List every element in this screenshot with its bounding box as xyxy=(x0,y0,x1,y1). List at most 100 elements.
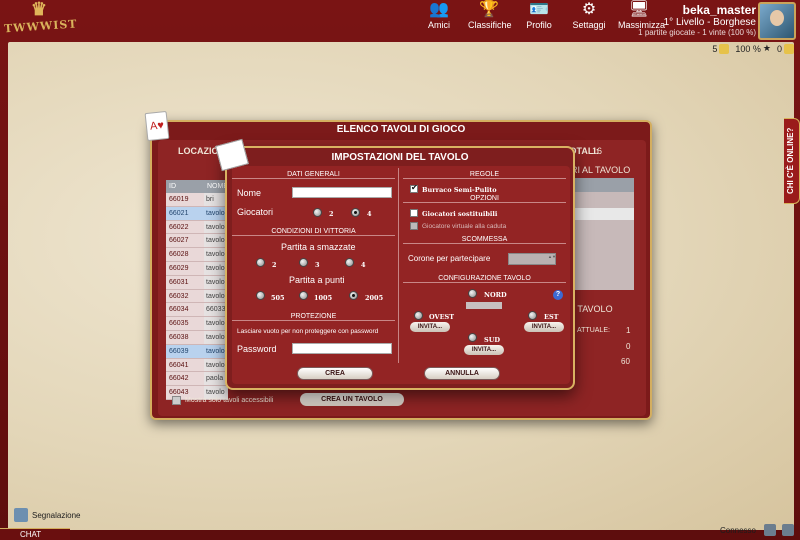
burraco-label: Burraco Semi-Pulito xyxy=(422,186,497,194)
table-row[interactable]: 66035 tavolo xyxy=(166,317,228,331)
burraco-checkbox[interactable] xyxy=(410,183,418,193)
crown-currency-icon xyxy=(784,43,794,54)
user-info: beka_master 1° Livello - Borghese 1 part… xyxy=(638,3,756,37)
protection-hint: Lasciare vuoto per non proteggere con pa… xyxy=(237,328,379,335)
table-id-cell: 66042 xyxy=(166,372,204,386)
invite-ovest-button[interactable]: INVITA... xyxy=(410,322,450,332)
status-icons xyxy=(764,524,794,536)
crowns-value: 0 xyxy=(776,43,782,54)
online-users-tab[interactable]: CHI C'È ONLINE? xyxy=(784,118,800,204)
table-id-cell: 66028 xyxy=(166,248,204,261)
smazzate-4-radio[interactable] xyxy=(345,258,354,267)
report-icon xyxy=(14,508,28,522)
coins-value: 5 xyxy=(712,43,718,54)
smazzate-3-radio[interactable] xyxy=(299,258,308,267)
password-label: Password xyxy=(237,344,277,354)
app-logo: ♛ TWWWIST xyxy=(4,0,78,40)
points-1005-radio[interactable] xyxy=(299,291,308,300)
prop-value: 60 xyxy=(621,357,630,366)
table-row[interactable]: 66029 tavolo xyxy=(166,261,228,276)
percent-value: 100 % xyxy=(735,43,761,54)
bet-label: Corone per partecipare xyxy=(408,254,491,263)
players-label: Giocatori xyxy=(237,207,274,217)
nav-label: Settaggi xyxy=(572,20,606,30)
dialog-title: ELENCO TAVOLI DI GIOCO xyxy=(336,124,466,135)
table-row[interactable]: 66039 tavolo xyxy=(166,344,228,359)
table-id-cell: 66029 xyxy=(166,261,204,275)
prop-label: ATTUALE: xyxy=(577,327,610,334)
create-button[interactable]: CREA xyxy=(297,367,373,380)
seat-est-radio[interactable] xyxy=(528,311,537,320)
table-row[interactable]: 66031 tavolo xyxy=(166,275,228,290)
seat-ovest-label: OVEST xyxy=(429,313,455,321)
points-2005-radio[interactable] xyxy=(349,291,358,300)
user-name: beka_master xyxy=(682,3,756,17)
avatar[interactable] xyxy=(758,2,796,40)
table-id-cell: 66027 xyxy=(166,234,204,248)
bet-heading: SCOMMESSA xyxy=(403,236,566,244)
general-heading: DATI GENERALI xyxy=(232,171,395,179)
table-row[interactable]: 66028 tavolo xyxy=(166,248,228,262)
only-accessible-filter[interactable]: Mostra solo tavoli accessibili xyxy=(172,396,273,405)
players-4-label: 4 xyxy=(367,210,372,218)
table-row[interactable]: 66041 tavolo xyxy=(166,358,228,373)
invite-sud-button[interactable]: INVITA... xyxy=(464,345,504,355)
table-row[interactable]: 66032 tavolo xyxy=(166,289,228,304)
total-tables-value: 16 xyxy=(592,146,603,156)
nav-friends[interactable]: 👥 Amici xyxy=(418,0,460,38)
table-row[interactable]: 66034 66033 xyxy=(166,303,228,318)
divider xyxy=(398,168,399,363)
name-input[interactable] xyxy=(292,187,392,198)
seat-est-label: EST xyxy=(544,313,559,321)
chat-tab[interactable]: CHAT xyxy=(0,528,70,540)
bet-stepper[interactable] xyxy=(508,253,556,265)
tables-list[interactable]: ID NOME 66019 bri 66021 tavolo 66022 tavolo 66… xyxy=(166,180,228,400)
virtual-player-checkbox[interactable] xyxy=(410,222,418,230)
network-icon xyxy=(764,524,776,536)
col-id[interactable]: ID xyxy=(166,180,204,193)
table-row[interactable]: 66019 bri xyxy=(166,193,228,207)
table-row[interactable]: 66022 tavolo xyxy=(166,220,228,235)
side-decoration xyxy=(0,150,8,350)
user-stats: 1 partite giocate - 1 vinte (100 %) xyxy=(638,28,756,37)
players-list xyxy=(568,178,634,290)
only-accessible-checkbox[interactable] xyxy=(172,396,181,405)
table-id-cell: 66031 xyxy=(166,275,204,289)
table-row[interactable]: 66042 paola xyxy=(166,372,228,387)
table-row[interactable]: 66021 tavolo xyxy=(166,206,228,221)
players-2-label: 2 xyxy=(329,210,334,218)
smazzate-label: Partita a smazzate xyxy=(281,242,356,252)
virtual-player-label: Giocatore virtuale alla caduta xyxy=(422,223,507,230)
replaceable-players-checkbox[interactable] xyxy=(410,209,418,217)
seat-ovest-radio[interactable] xyxy=(414,311,423,320)
report-button[interactable]: Segnalazione xyxy=(14,508,80,522)
gear-icon: ⚙ xyxy=(581,1,597,18)
nav-label: Profilo xyxy=(526,20,552,30)
table-row[interactable]: 66038 tavolo xyxy=(166,330,228,345)
players-4-radio[interactable] xyxy=(351,208,360,217)
cancel-button[interactable]: ANNULLA xyxy=(424,367,500,380)
nav-rankings[interactable]: 🏆 Classifiche xyxy=(468,0,512,38)
seat-nord-label: NORD xyxy=(484,291,507,299)
table-row[interactable]: 66027 tavolo xyxy=(166,234,228,249)
prop-value: 1 xyxy=(626,326,631,335)
points-505-radio[interactable] xyxy=(256,291,265,300)
smazzate-2-radio[interactable] xyxy=(256,258,265,267)
password-input[interactable] xyxy=(292,343,392,354)
seat-nord-radio[interactable] xyxy=(468,289,477,298)
replaceable-players-label: Giocatori sostituibili xyxy=(422,210,498,218)
players-2-radio[interactable] xyxy=(313,208,322,217)
seat-sud-radio[interactable] xyxy=(468,333,477,342)
card-heart-icon: A♥ xyxy=(144,110,170,142)
help-icon[interactable]: ? xyxy=(553,290,563,300)
nav-settings[interactable]: ⚙ Settaggi xyxy=(568,0,610,38)
table-id-cell: 66038 xyxy=(166,330,204,344)
nav-profile[interactable]: 🪪 Profilo xyxy=(518,0,560,38)
create-table-button[interactable]: CREA UN TAVOLO xyxy=(300,393,404,406)
user-level: 1° Livello - Borghese xyxy=(663,17,756,28)
table-id-cell: 66022 xyxy=(166,220,204,234)
trophy-icon: 🏆 xyxy=(479,1,499,18)
invite-est-button[interactable]: INVITA... xyxy=(524,322,564,332)
smazzate-3-label: 3 xyxy=(315,261,320,269)
points-1005-label: 1005 xyxy=(314,294,333,302)
